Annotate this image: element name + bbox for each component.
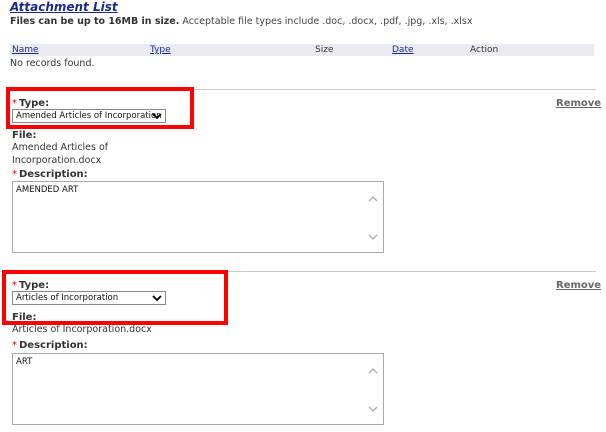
column-action: Action: [470, 45, 499, 55]
column-name[interactable]: Name: [12, 45, 39, 55]
file-size-limit: Files can be up to 16MB in size.: [10, 16, 180, 27]
remove-link-2[interactable]: Remove: [556, 280, 601, 291]
remove-link-1[interactable]: Remove: [556, 98, 601, 109]
scroll-down-icon[interactable]: [368, 232, 378, 242]
no-records-text: No records found.: [10, 58, 95, 69]
scroll-up-icon[interactable]: [368, 366, 378, 376]
highlight-box-1: [6, 87, 194, 129]
file-label-1: File:: [12, 130, 37, 141]
file-label-2: File:: [12, 312, 37, 323]
file-name-1: Amended Articles of Incorporation.docx: [12, 142, 109, 166]
description-label-1: * Description:: [12, 169, 88, 180]
required-asterisk: *: [12, 340, 17, 351]
file-name-2: Articles of Incorporation.docx: [12, 324, 152, 335]
required-asterisk: *: [12, 169, 17, 180]
attachment-table-header: Name Type Size Date Action: [10, 44, 594, 56]
scroll-up-icon[interactable]: [368, 194, 378, 204]
column-type[interactable]: Type: [150, 45, 171, 55]
description-textarea-2[interactable]: ART: [12, 353, 384, 425]
file-types-note: Acceptable file types include .doc, .doc…: [179, 16, 473, 27]
column-date[interactable]: Date: [392, 45, 414, 55]
description-label-2: * Description:: [12, 340, 88, 351]
scroll-down-icon[interactable]: [368, 404, 378, 414]
column-size: Size: [315, 45, 334, 55]
description-textarea-1[interactable]: AMENDED ART: [12, 181, 384, 253]
attachment-list-title: Attachment List: [10, 0, 118, 14]
file-size-note: Files can be up to 16MB in size. Accepta…: [10, 16, 472, 27]
